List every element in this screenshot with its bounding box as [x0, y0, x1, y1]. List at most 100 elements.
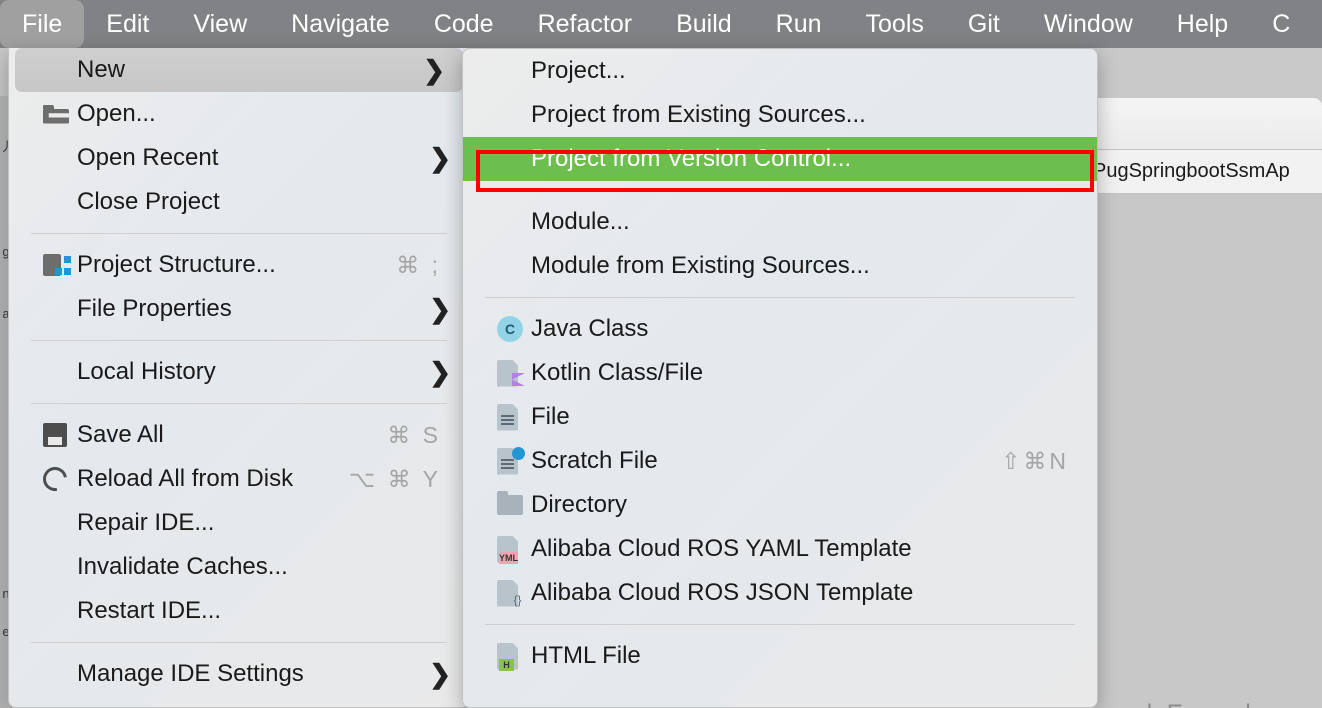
- no-icon: [43, 143, 77, 173]
- menubar-item-label: File: [22, 9, 63, 38]
- menu-item-label: Alibaba Cloud ROS JSON Template: [531, 579, 914, 606]
- menubar-item-label: Edit: [106, 9, 150, 38]
- menubar-item-help[interactable]: Help: [1155, 0, 1250, 48]
- menu-item-directory[interactable]: Directory: [463, 483, 1097, 527]
- menubar-item-edit[interactable]: Edit: [84, 0, 171, 48]
- menu-item-manage-ide-settings[interactable]: Manage IDE Settings ❯: [9, 652, 469, 696]
- menubar-item-tools[interactable]: Tools: [844, 0, 946, 48]
- menubar-item-label: Git: [967, 9, 1000, 38]
- menubar-item-label: Tools: [865, 9, 924, 38]
- menu-item-label: HTML File: [531, 642, 641, 669]
- file-menu-dropdown: New ❯ Open... Open Recent ❯ Close Project Proj…: [8, 48, 470, 708]
- menubar-item-navigate[interactable]: Navigate: [269, 0, 412, 48]
- menu-item-label: Invalidate Caches...: [77, 553, 288, 580]
- menu-item-new[interactable]: New ❯: [15, 48, 463, 92]
- menu-separator: [31, 233, 447, 234]
- menubar-item-run[interactable]: Run: [754, 0, 844, 48]
- save-icon: [43, 420, 77, 450]
- menu-item-label: Alibaba Cloud ROS YAML Template: [531, 535, 912, 562]
- chevron-right-icon: ❯: [429, 357, 451, 387]
- no-icon: [43, 552, 77, 582]
- menu-item-label: Scratch File: [531, 447, 658, 474]
- html-file-icon: H: [497, 641, 531, 671]
- menubar-item-label: Help: [1176, 9, 1229, 38]
- menu-separator: [31, 642, 447, 643]
- editor-tab[interactable]: PugSpringbootSsmAp: [1093, 160, 1290, 183]
- menu-item-label: Project from Existing Sources...: [531, 101, 866, 128]
- menu-item-reload-all-from-disk[interactable]: Reload All from Disk ⌥ ⌘ Y: [9, 457, 469, 501]
- menubar-item-label: Build: [676, 9, 732, 38]
- menubar-item-build[interactable]: Build: [654, 0, 754, 48]
- menubar-item-file[interactable]: File: [0, 0, 85, 48]
- menubar-item-view[interactable]: View: [171, 0, 269, 48]
- menubar-item-label: View: [193, 9, 248, 38]
- no-icon: [497, 144, 531, 174]
- reload-icon: [38, 462, 77, 496]
- chevron-right-icon: ❯: [429, 294, 451, 324]
- menu-item-save-all[interactable]: Save All ⌘ S: [9, 413, 469, 457]
- menu-item-label: Restart IDE...: [77, 597, 222, 624]
- menu-separator: [31, 403, 447, 404]
- menu-item-project[interactable]: Project...: [463, 49, 1097, 93]
- menu-item-project-from-version-control[interactable]: Project from Version Control...: [463, 137, 1097, 181]
- menu-item-label: Repair IDE...: [77, 509, 215, 536]
- menu-item-label: File: [531, 403, 570, 430]
- menubar-item-git[interactable]: Git: [946, 0, 1022, 48]
- menu-item-scratch-file[interactable]: Scratch File ⇧⌘N: [463, 439, 1097, 483]
- menu-item-html-file[interactable]: H HTML File: [463, 634, 1097, 678]
- menu-item-close-project[interactable]: Close Project: [9, 180, 469, 224]
- menu-item-restart-ide[interactable]: Restart IDE...: [9, 589, 469, 633]
- menu-separator: [485, 190, 1075, 191]
- menu-item-open[interactable]: Open...: [9, 92, 469, 136]
- menu-item-open-recent[interactable]: Open Recent ❯: [9, 136, 469, 180]
- no-icon: [43, 596, 77, 626]
- menu-item-label: File Properties: [77, 295, 232, 322]
- menu-item-label: Local History: [77, 358, 216, 385]
- json-file-icon: {}: [497, 578, 531, 608]
- menu-separator: [485, 297, 1075, 298]
- project-structure-icon: [43, 250, 77, 280]
- menu-item-java-class[interactable]: C Java Class: [463, 307, 1097, 351]
- menubar-item-code[interactable]: Code: [412, 0, 516, 48]
- search-everywhere-hint: earch Everywh: [1100, 700, 1259, 708]
- no-icon: [497, 207, 531, 237]
- no-icon: [497, 251, 531, 281]
- menu-item-alibaba-cloud-ros-yaml-template[interactable]: YML Alibaba Cloud ROS YAML Template: [463, 527, 1097, 571]
- no-icon: [43, 55, 77, 85]
- menu-item-module[interactable]: Module...: [463, 200, 1097, 244]
- no-icon: [43, 508, 77, 538]
- menu-item-local-history[interactable]: Local History ❯: [9, 350, 469, 394]
- directory-icon: [497, 490, 531, 520]
- menu-item-kotlin-class-file[interactable]: Kotlin Class/File: [463, 351, 1097, 395]
- menu-item-file-properties[interactable]: File Properties ❯: [9, 287, 469, 331]
- menubar-item-window[interactable]: Window: [1022, 0, 1155, 48]
- menubar-item-c[interactable]: C: [1250, 0, 1312, 48]
- menu-item-project-from-existing-sources[interactable]: Project from Existing Sources...: [463, 93, 1097, 137]
- menu-item-module-from-existing-sources[interactable]: Module from Existing Sources...: [463, 244, 1097, 288]
- menu-item-label: Close Project: [77, 188, 220, 215]
- menu-item-label: Project from Version Control...: [531, 145, 852, 172]
- menu-item-invalidate-caches[interactable]: Invalidate Caches...: [9, 545, 469, 589]
- menu-item-label: Open...: [77, 100, 156, 127]
- menu-separator: [485, 624, 1075, 625]
- menu-separator: [31, 340, 447, 341]
- kotlin-file-icon: [497, 358, 531, 388]
- menu-item-repair-ide[interactable]: Repair IDE...: [9, 501, 469, 545]
- folder-open-icon: [43, 99, 77, 129]
- menu-item-label: Project...: [531, 57, 626, 84]
- menu-item-label: Save All: [77, 421, 164, 448]
- menu-item-label: Directory: [531, 491, 628, 518]
- menu-item-file[interactable]: File: [463, 395, 1097, 439]
- menu-item-label: Reload All from Disk: [77, 465, 294, 492]
- menu-item-shortcut: ⌥ ⌘ Y: [348, 465, 441, 492]
- menu-item-alibaba-cloud-ros-json-template[interactable]: {} Alibaba Cloud ROS JSON Template: [463, 571, 1097, 615]
- menubar-item-label: C: [1272, 9, 1291, 38]
- menubar-item-refactor[interactable]: Refactor: [516, 0, 654, 48]
- menu-item-label: Manage IDE Settings: [77, 660, 304, 687]
- menu-item-project-structure[interactable]: Project Structure... ⌘ ;: [9, 243, 469, 287]
- menu-item-label: Project Structure...: [77, 251, 276, 278]
- java-class-icon: C: [497, 314, 531, 344]
- chevron-right-icon: ❯: [429, 143, 451, 173]
- menu-item-shortcut: ⌘ ;: [396, 251, 441, 278]
- menu-item-label: Module...: [531, 208, 630, 235]
